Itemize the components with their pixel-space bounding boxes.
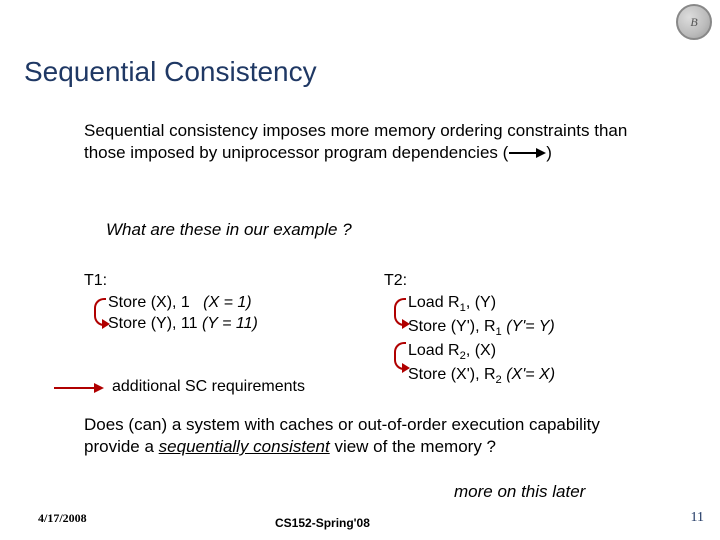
t2-l2-sub: 1 [496,326,502,338]
more-later-text: more on this later [454,482,585,502]
additional-sc-text: additional SC requirements [112,378,305,396]
logo-seal: B [676,4,712,40]
footer-page-number: 11 [691,510,704,526]
arrow-icon [508,147,546,159]
t2-l1-a: Load R [408,294,460,311]
para2-underline: sequentially consistent [159,437,330,456]
para2-b: view of the memory ? [330,437,496,456]
intro-paragraph: Sequential consistency imposes more memo… [84,120,644,164]
t1-head: T1: [84,270,258,292]
t1-line2: Store (Y), 11 (Y = 11) [84,313,258,335]
t2-l2-a: Store (Y'), R [408,318,496,335]
bracket-t2a-tip-icon [402,319,410,329]
t2-l4-b: (X'= X) [506,366,555,383]
example-question: What are these in our example ? [106,220,352,240]
t2-l4-sub: 2 [496,375,502,387]
t1-line1: Store (X), 1 (X = 1) [84,292,258,314]
t1-l1-a: Store (X), 1 [108,294,190,311]
t1-l2-a: Store (Y), 11 [108,315,198,332]
t2-l3-a: Load R [408,342,460,359]
t1-l1-b: (X = 1) [203,294,251,311]
t2-l3-b: , (X) [466,342,496,359]
red-arrow-head-icon [94,383,104,393]
t2-head: T2: [384,270,555,292]
t2-l1-b: , (Y) [466,294,496,311]
closing-paragraph: Does (can) a system with caches or out-o… [84,414,654,458]
t1-l2-b: (Y = 11) [202,315,258,332]
t2-line3: Load R2, (X) [384,340,555,364]
red-arrow-icon [54,387,94,389]
t2-line1: Load R1, (Y) [384,292,555,316]
footer-date: 4/17/2008 [38,511,87,526]
footer-course: CS152-Spring'08 [275,516,370,530]
t2-l2-b: (Y'= Y) [506,318,555,335]
t1-block: T1: Store (X), 1 (X = 1) Store (Y), 11 (… [84,270,258,335]
slide-title: Sequential Consistency [24,56,317,88]
intro-text-b: ) [546,143,552,162]
bracket-t1-tip-icon [102,319,110,329]
t2-l4-a: Store (X'), R [408,366,496,383]
bracket-t2b-tip-icon [402,363,410,373]
